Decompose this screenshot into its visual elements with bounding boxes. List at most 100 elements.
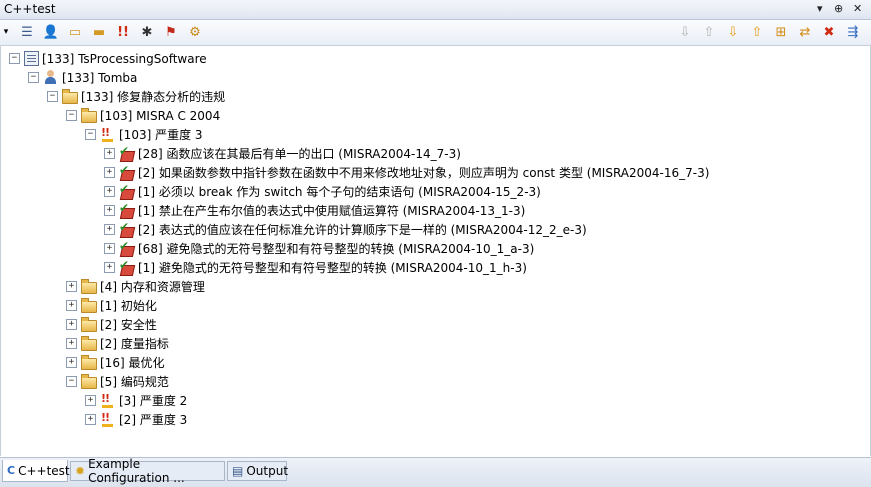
collapse-toggle[interactable]: − xyxy=(9,53,20,64)
rule-icon xyxy=(119,239,135,256)
folder-icon[interactable]: ▬ xyxy=(90,23,108,41)
expand-toggle[interactable]: + xyxy=(85,414,96,425)
folder-icon xyxy=(81,355,97,370)
tree-node-label: [4] 内存和资源管理 xyxy=(100,280,205,294)
tree-node-label: [5] 编码规范 xyxy=(100,375,169,389)
tree-node-category[interactable]: − [103] MISRA C 2004 xyxy=(66,106,220,125)
tree-node-category[interactable]: − [133] 修复静态分析的违规 xyxy=(47,87,225,106)
tree-node-category[interactable]: + [4] 内存和资源管理 xyxy=(66,277,205,296)
tree-node-severity[interactable]: + [3] 严重度 2 xyxy=(85,391,187,410)
collapse-toggle[interactable]: − xyxy=(28,72,39,83)
tree-node-label: [133] Tomba xyxy=(62,70,138,85)
tree-node-rule[interactable]: + [2] 如果函数参数中指针参数在函数中不用来修改地址对象，则应声明为 con… xyxy=(104,163,709,182)
close-icon[interactable]: ✕ xyxy=(853,2,862,15)
bug-icon[interactable]: ✱ xyxy=(138,23,156,41)
expand-toggle[interactable]: + xyxy=(104,243,115,254)
view-title-bar: C++test ▾ ⊕ ✕ xyxy=(0,0,871,20)
rule-icon xyxy=(119,201,135,218)
output-icon: ▤ xyxy=(232,464,244,478)
tree-node-label: [2] 安全性 xyxy=(100,318,157,332)
tab-label: Output xyxy=(246,464,289,478)
navigate-icon[interactable]: ⇶ xyxy=(844,23,862,41)
tree-node-user[interactable]: − [133] Tomba xyxy=(28,68,137,87)
collapse-toggle[interactable]: − xyxy=(66,110,77,121)
tree-node-label: [1] 避免隐式的无符号整型和有符号整型的转换 (MISRA2004-10_1_… xyxy=(138,261,527,275)
tab-example-configuration[interactable]: ✹ Example Configuration ... xyxy=(70,457,225,485)
expand-toggle[interactable]: + xyxy=(104,224,115,235)
folder-icon xyxy=(81,317,97,332)
rule-icon xyxy=(119,144,135,161)
arrow-down-grey-icon[interactable]: ⇩ xyxy=(676,23,694,41)
expand-all-icon[interactable]: ⊞ xyxy=(772,23,790,41)
toolbar: ▾ ☰ 👤 ▭ ▬ !! ✱ ⚑ ⚙ ⇩ ⇧ ⇩ ⇧ ⊞ ⇄ ✖ ⇶ xyxy=(0,20,871,46)
tree-node-label: [133] TsProcessingSoftware xyxy=(42,51,207,66)
rule-icon xyxy=(119,220,135,237)
tree-node-category[interactable]: + [2] 度量指标 xyxy=(66,334,169,353)
tab-output[interactable]: ▤ Output xyxy=(227,461,289,481)
tree-node-rule[interactable]: + [1] 禁止在产生布尔值的表达式中使用赋值运算符 (MISRA2004-13… xyxy=(104,201,525,220)
user-icon[interactable]: 👤 xyxy=(42,23,60,41)
expand-toggle[interactable]: + xyxy=(66,281,77,292)
rule-icon xyxy=(119,182,135,199)
expand-toggle[interactable]: + xyxy=(104,167,115,178)
project-icon xyxy=(24,51,39,66)
rule-icon xyxy=(119,258,135,275)
tree-node-label: [28] 函数应该在其最后有单一的出口 (MISRA2004-14_7-3) xyxy=(138,147,461,161)
folder-open-icon[interactable]: ▭ xyxy=(66,23,84,41)
tree-node-label: [103] 严重度 3 xyxy=(119,128,203,142)
pin-icon[interactable]: ⊕ xyxy=(834,2,843,15)
expand-toggle[interactable]: + xyxy=(66,357,77,368)
expand-toggle[interactable]: + xyxy=(104,148,115,159)
expand-toggle[interactable]: + xyxy=(104,262,115,273)
expand-toggle[interactable]: + xyxy=(104,205,115,216)
tree-node-label: [2] 表达式的值应该在任何标准允许的计算顺序下是一样的 (MISRA2004-… xyxy=(138,223,587,237)
folder-icon xyxy=(81,279,97,294)
folder-icon xyxy=(81,374,97,389)
configuration-icon: ✹ xyxy=(75,464,86,478)
flag-icon[interactable]: ⚑ xyxy=(162,23,180,41)
tree-node-category[interactable]: − [5] 编码规范 xyxy=(66,372,169,391)
arrow-down-icon[interactable]: ⇩ xyxy=(724,23,742,41)
sync-icon[interactable]: ⇄ xyxy=(796,23,814,41)
tab-cpptest[interactable]: C C++test xyxy=(2,460,70,482)
tab-label: C++test xyxy=(18,463,70,478)
severity-icon xyxy=(100,392,116,408)
expand-toggle[interactable]: + xyxy=(66,300,77,311)
tree-node-label: [103] MISRA C 2004 xyxy=(100,108,221,123)
cpptest-icon: C xyxy=(7,464,16,477)
tree-node-label: [16] 最优化 xyxy=(100,356,165,370)
tree-node-label: [2] 如果函数参数中指针参数在函数中不用来修改地址对象，则应声明为 const… xyxy=(138,166,710,180)
severity-icon[interactable]: !! xyxy=(114,23,132,41)
arrow-up-grey-icon[interactable]: ⇧ xyxy=(700,23,718,41)
collapse-toggle[interactable]: − xyxy=(47,91,58,102)
tree-node-category[interactable]: + [16] 最优化 xyxy=(66,353,164,372)
user-icon xyxy=(43,70,59,85)
collapse-toggle[interactable]: − xyxy=(66,376,77,387)
expand-toggle[interactable]: + xyxy=(104,186,115,197)
list-icon[interactable]: ☰ xyxy=(18,23,36,41)
collapse-toggle[interactable]: − xyxy=(85,129,96,140)
tree-node-rule[interactable]: + [28] 函数应该在其最后有单一的出口 (MISRA2004-14_7-3) xyxy=(104,144,461,163)
expand-toggle[interactable]: + xyxy=(85,395,96,406)
dropdown-icon[interactable]: ▾ xyxy=(1,23,11,41)
tree-node-category[interactable]: + [1] 初始化 xyxy=(66,296,157,315)
tree-node-rule[interactable]: + [2] 表达式的值应该在任何标准允许的计算顺序下是一样的 (MISRA200… xyxy=(104,220,587,239)
tree-node-severity[interactable]: − [103] 严重度 3 xyxy=(85,125,203,144)
tree-node-label: [1] 初始化 xyxy=(100,299,157,313)
folder-icon xyxy=(81,298,97,313)
tree-node-category[interactable]: + [2] 安全性 xyxy=(66,315,157,334)
tree-node-rule[interactable]: + [1] 避免隐式的无符号整型和有符号整型的转换 (MISRA2004-10_… xyxy=(104,258,527,277)
tree-node-severity[interactable]: + [2] 严重度 3 xyxy=(85,410,187,429)
arrow-up-icon[interactable]: ⇧ xyxy=(748,23,766,41)
expand-toggle[interactable]: + xyxy=(66,338,77,349)
tree-node-label: [133] 修复静态分析的违规 xyxy=(81,90,226,104)
tree-node-project[interactable]: − [133] TsProcessingSoftware xyxy=(9,49,207,68)
view-menu-icon[interactable]: ▾ xyxy=(817,2,823,15)
delete-icon[interactable]: ✖ xyxy=(820,23,838,41)
expand-toggle[interactable]: + xyxy=(66,319,77,330)
tree-node-rule[interactable]: + [1] 必须以 break 作为 switch 每个子句的结束语句 (MIS… xyxy=(104,182,541,201)
rule-icon xyxy=(119,163,135,180)
settings-icon[interactable]: ⚙ xyxy=(186,23,204,41)
severity-icon xyxy=(100,411,116,427)
tree-node-rule[interactable]: + [68] 避免隐式的无符号整型和有符号整型的转换 (MISRA2004-10… xyxy=(104,239,534,258)
